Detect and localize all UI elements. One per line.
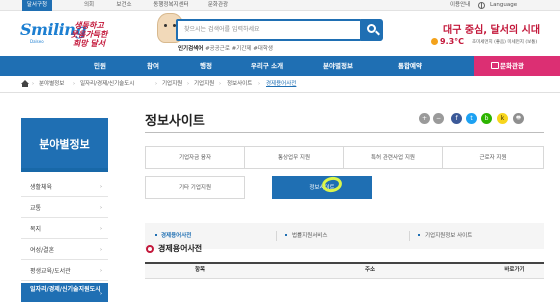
- globe-icon: [478, 2, 485, 9]
- chevron-right-icon: ›: [100, 226, 102, 232]
- breadcrumb-item[interactable]: 정보사이트: [227, 76, 252, 93]
- breadcrumb-item[interactable]: 분야별정보: [39, 76, 64, 93]
- sidebar-item-label: 교통: [30, 205, 42, 212]
- sun-icon: [431, 38, 438, 45]
- nav-civil-service[interactable]: 민원: [80, 56, 120, 76]
- nav-about-district[interactable]: 우리구 소개: [237, 56, 297, 76]
- ticket-icon: [491, 62, 499, 69]
- tab-patent-support[interactable]: 특허 관련사업 지원: [343, 146, 443, 169]
- chevron-right-icon: ›: [99, 291, 102, 297]
- air-quality-status: 초미세먼지 (좋음) 미세먼지 (보통): [472, 40, 538, 45]
- nav-administration[interactable]: 행정: [186, 56, 226, 76]
- home-icon[interactable]: [21, 80, 29, 87]
- column-header-item: 항목: [194, 267, 206, 273]
- chevron-right-icon: ›: [100, 268, 102, 274]
- breadcrumb-separator: ›: [32, 81, 34, 87]
- culture-tourism-button[interactable]: 문화관광: [474, 56, 560, 76]
- guide-link[interactable]: 이용안내: [450, 0, 470, 11]
- sidebar-item-label: 생활체육: [30, 184, 53, 191]
- language-link[interactable]: Language: [490, 0, 517, 11]
- divider: [276, 231, 277, 241]
- breadcrumb-current[interactable]: 경제용어사전: [266, 76, 296, 93]
- popular-terms[interactable]: #공공근로 #기간제 #대학생: [205, 46, 273, 52]
- caret-down-icon: [290, 191, 298, 197]
- kakao-icon[interactable]: k: [497, 113, 508, 124]
- breadcrumb-item[interactable]: 일자리/경제/신기술도시: [80, 76, 134, 93]
- nav-field-info[interactable]: 분야별정보: [312, 56, 364, 76]
- sidebar-title: 분야별정보: [21, 118, 108, 172]
- sidebar-item-label: 복지: [30, 226, 42, 233]
- top-tab-community-center[interactable]: 동행정복지센터: [147, 0, 195, 11]
- tab-other-support[interactable]: 기타 기업지원: [145, 176, 245, 199]
- top-tab-culture[interactable]: 문화관광: [200, 0, 236, 11]
- print-icon[interactable]: 🖶: [513, 113, 524, 124]
- chevron-right-icon: ›: [100, 247, 102, 253]
- breadcrumb-separator: ›: [73, 81, 75, 87]
- site-logo-sub: Dalseo: [30, 39, 44, 44]
- section-ring-icon: [146, 245, 154, 253]
- sidebar-item-women-marriage[interactable]: 여성/결혼 ›: [21, 241, 108, 260]
- sidebar-item-education-library[interactable]: 평생교육/도서관 ›: [21, 262, 108, 281]
- twitter-icon[interactable]: t: [466, 113, 477, 124]
- tab-business-loan[interactable]: 기업자금 융자: [145, 146, 245, 169]
- zoom-out-icon[interactable]: −: [433, 113, 444, 124]
- divider: [409, 231, 410, 241]
- top-tab-council[interactable]: 의회: [78, 0, 100, 11]
- chevron-right-icon: ›: [100, 205, 102, 211]
- search-input[interactable]: 찾으시는 검색어를 입력하세요: [176, 19, 362, 41]
- top-tab-health[interactable]: 보건소: [112, 0, 136, 11]
- sidebar-item-label: 일자리/경제/신기술지원도시: [30, 286, 101, 293]
- breadcrumb-separator: ›: [258, 81, 260, 87]
- bullet-icon: [285, 234, 287, 236]
- bullet-icon: [155, 234, 157, 236]
- page-title: 정보사이트: [145, 114, 205, 129]
- column-header-address: 주소: [364, 267, 376, 273]
- breadcrumb-separator: ›: [219, 81, 221, 87]
- breadcrumb-item[interactable]: 기업지원: [194, 76, 214, 93]
- blog-icon[interactable]: b: [481, 113, 492, 124]
- zoom-in-icon[interactable]: +: [419, 113, 430, 124]
- bullet-icon: [418, 234, 420, 236]
- sidebar-item-welfare[interactable]: 복지 ›: [21, 220, 108, 239]
- popular-label: 인기검색어: [178, 46, 204, 52]
- weather-headline: 대구 중심, 달서의 시대: [443, 25, 541, 36]
- sublink-bar: [145, 223, 544, 249]
- facebook-icon[interactable]: f: [451, 113, 462, 124]
- tab-trade-support[interactable]: 통상업무 지원: [244, 146, 344, 169]
- sidebar-item-label: 여성/결혼: [30, 247, 55, 254]
- breadcrumb-separator: ›: [187, 81, 189, 87]
- weather-temperature: 9.3°C: [440, 37, 465, 46]
- sublink-legal-service[interactable]: 법률지원서비스: [292, 223, 327, 249]
- nav-reservation[interactable]: 통합예약: [384, 56, 436, 76]
- sidebar-item-label: 평생교육/도서관: [30, 268, 71, 275]
- logo-slogan: 생동하고 웃음가득한 희망 달서: [70, 20, 108, 48]
- title-divider: [145, 132, 544, 133]
- top-tab-dalseo[interactable]: 달서구청: [22, 0, 52, 11]
- tab-worker-support[interactable]: 근로자 지원: [442, 146, 544, 169]
- nav-participation[interactable]: 참여: [133, 56, 173, 76]
- column-header-shortcut: 바로가기: [504, 267, 525, 273]
- sidebar-item-sports[interactable]: 생활체육 ›: [21, 178, 108, 197]
- popular-keywords: 인기검색어 #공공근로 #기간제 #대학생: [178, 44, 273, 52]
- sidebar-item-jobs-economy[interactable]: 일자리/경제/신기술지원도시 ›: [21, 283, 108, 302]
- chevron-right-icon: ›: [100, 184, 102, 190]
- sidebar-item-transport[interactable]: 교통 ›: [21, 199, 108, 218]
- breadcrumb-separator: ›: [155, 81, 157, 87]
- search-button[interactable]: [361, 19, 383, 41]
- sublink-business-info-site[interactable]: 기업지원정보 사이트: [425, 223, 472, 249]
- breadcrumb-item[interactable]: 기업지원: [162, 76, 182, 93]
- section-title: 경제용어사전: [158, 244, 203, 253]
- search-icon-handle: [375, 30, 380, 36]
